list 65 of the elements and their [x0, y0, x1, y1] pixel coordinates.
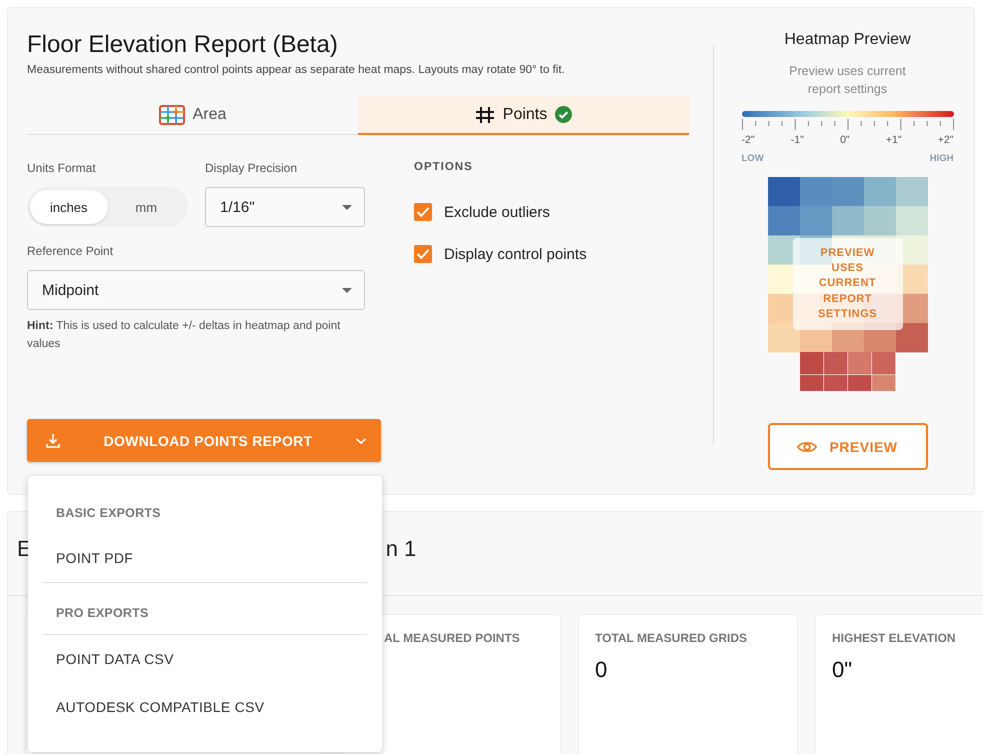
caret-icon: [342, 204, 352, 210]
tab[interactable]: Area: [27, 96, 358, 135]
heatmap-cell: [896, 177, 928, 206]
stat-value: 0": [832, 657, 854, 683]
toggle-option[interactable]: inches: [30, 190, 108, 224]
heatmap-cell: [848, 352, 871, 374]
heatmap-cell: [768, 323, 800, 352]
stat-label: AL MEASURED POINTS: [384, 631, 521, 645]
menu-item[interactable]: AUTODESK COMPATIBLE CSV: [43, 683, 367, 731]
scale-label: -1": [790, 134, 804, 146]
high-label: HIGH: [930, 153, 954, 164]
scale-label: +1": [886, 134, 902, 146]
field-label: Reference Point: [27, 244, 114, 260]
scale-label: 0": [840, 134, 850, 146]
heatmap-cell: [864, 206, 896, 236]
scale-label: -2": [742, 134, 755, 146]
heatmap-cell: [768, 206, 800, 236]
field-label: Display Precision: [205, 161, 298, 177]
heatmap-cell: [800, 352, 823, 374]
heatmap-cell: [832, 177, 864, 206]
options-heading: OPTIONS: [414, 161, 474, 175]
menu-item[interactable]: POINT DATA CSV: [43, 635, 367, 683]
checkbox[interactable]: [414, 245, 432, 263]
menu-section-heading: BASIC EXPORTS: [55, 505, 162, 522]
scale-label: +2": [938, 134, 954, 146]
report-subtitle: Measurements without shared control points appear as separate heat maps. Layouts may rotate 90° to fit.: [27, 64, 566, 76]
checkbox-option[interactable]: Display control points: [414, 233, 689, 275]
caret-icon: [342, 288, 352, 292]
menu-item[interactable]: POINT PDF: [43, 534, 367, 582]
report-title: Floor Elevation Report (Beta): [27, 30, 339, 60]
stat-label: TOTAL MEASURED GRIDS: [595, 631, 748, 645]
results-heading: n 1: [386, 536, 416, 563]
reference-select[interactable]: Midpoint: [27, 270, 365, 310]
checkbox[interactable]: [414, 203, 432, 221]
chevron-icon: [355, 436, 367, 444]
preview-title: Heatmap Preview: [784, 31, 911, 49]
hint-text: Hint: This is used to calculate +/- deltas in heatmap and point values: [27, 319, 342, 352]
grid-points-icon: [474, 106, 495, 124]
color-grid-icon: [158, 104, 185, 124]
checkbox-option[interactable]: Exclude outliers: [414, 191, 689, 233]
tab[interactable]: Points: [358, 96, 689, 135]
heatmap-cell: [800, 177, 832, 206]
stat-value: 0: [595, 657, 608, 683]
preview-overlay-label: PREVIEW USES CURRENT REPORT SETTINGS: [792, 238, 902, 330]
heatmap-cell: [872, 352, 895, 374]
heatmap-cell: [896, 206, 928, 236]
heatmap-cell: [768, 177, 800, 206]
heatmap-cell: [872, 375, 895, 391]
download-icon: [45, 432, 61, 448]
heatmap-cell: [800, 375, 823, 391]
low-label: LOW: [742, 153, 764, 164]
heatmap-cell: [832, 206, 864, 236]
heatmap-cell: [864, 177, 896, 206]
eye-icon: [797, 440, 818, 454]
field-label: Units Format: [27, 161, 97, 177]
heatmap-cell: [824, 375, 847, 391]
stat-label: HIGHEST ELEVATION: [832, 631, 957, 645]
menu-section-heading: PRO EXPORTS: [43, 583, 367, 635]
preview-subtitle: Preview uses current report settings: [788, 63, 907, 98]
heatmap-cell: [848, 375, 871, 391]
toggle-option[interactable]: mm: [108, 190, 185, 224]
heatmap-cell: [896, 323, 928, 352]
precision-select[interactable]: 1/16": [205, 187, 365, 227]
heatmap-cell: [824, 352, 847, 374]
heatmap-cell: [800, 206, 832, 236]
